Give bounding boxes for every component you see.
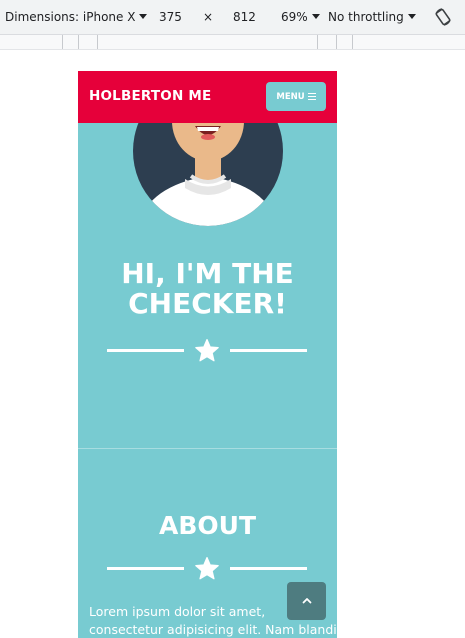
site-brand[interactable]: HOLBERTON ME <box>89 88 211 104</box>
star-divider <box>107 336 307 366</box>
zoom-dropdown[interactable]: 69% <box>281 10 320 24</box>
section-separator <box>78 448 337 449</box>
scroll-to-top-button[interactable] <box>287 582 326 620</box>
viewport-height-input[interactable]: 812 <box>233 10 256 24</box>
chevron-down-icon <box>311 14 320 19</box>
site-navbar: HOLBERTON ME MENU <box>78 71 337 123</box>
about-text-line: consectetur adipisicing elit. Nam blandi… <box>89 622 337 637</box>
divider-line <box>107 567 184 570</box>
chevron-up-icon <box>302 598 311 604</box>
hero-title: HI, I'M THE CHECKER! <box>78 259 337 319</box>
hero-title-line: HI, I'M THE <box>121 257 294 290</box>
viewport-width-input[interactable]: 375 <box>159 10 182 24</box>
media-query-ruler <box>0 35 465 50</box>
dimensions-times-sign: × <box>203 10 214 24</box>
device-dimensions-label: Dimensions: iPhone X <box>5 10 136 24</box>
throttling-label: No throttling <box>328 10 404 24</box>
divider-line <box>230 567 307 570</box>
devtools-device-toolbar: Dimensions: iPhone X 375 × 812 69% No th… <box>0 0 465 35</box>
divider-line <box>107 349 184 352</box>
hero-title-line: CHECKER! <box>128 287 287 320</box>
menu-button-label: MENU <box>276 91 305 102</box>
menu-button[interactable]: MENU <box>266 82 326 111</box>
chevron-down-icon <box>139 14 148 19</box>
about-title: ABOUT <box>158 511 256 540</box>
device-dimensions-dropdown[interactable]: Dimensions: iPhone X <box>5 10 148 24</box>
hamburger-icon <box>307 92 316 101</box>
star-icon <box>195 338 219 362</box>
device-viewport: HOLBERTON ME MENU HI, I'M THE CHECKER! A… <box>78 71 337 638</box>
rotate-device-icon[interactable] <box>433 7 453 27</box>
chevron-down-icon <box>407 14 416 19</box>
throttling-dropdown[interactable]: No throttling <box>328 10 416 24</box>
zoom-label: 69% <box>281 10 308 24</box>
star-divider <box>107 554 307 584</box>
star-icon <box>195 556 219 580</box>
divider-line <box>230 349 307 352</box>
